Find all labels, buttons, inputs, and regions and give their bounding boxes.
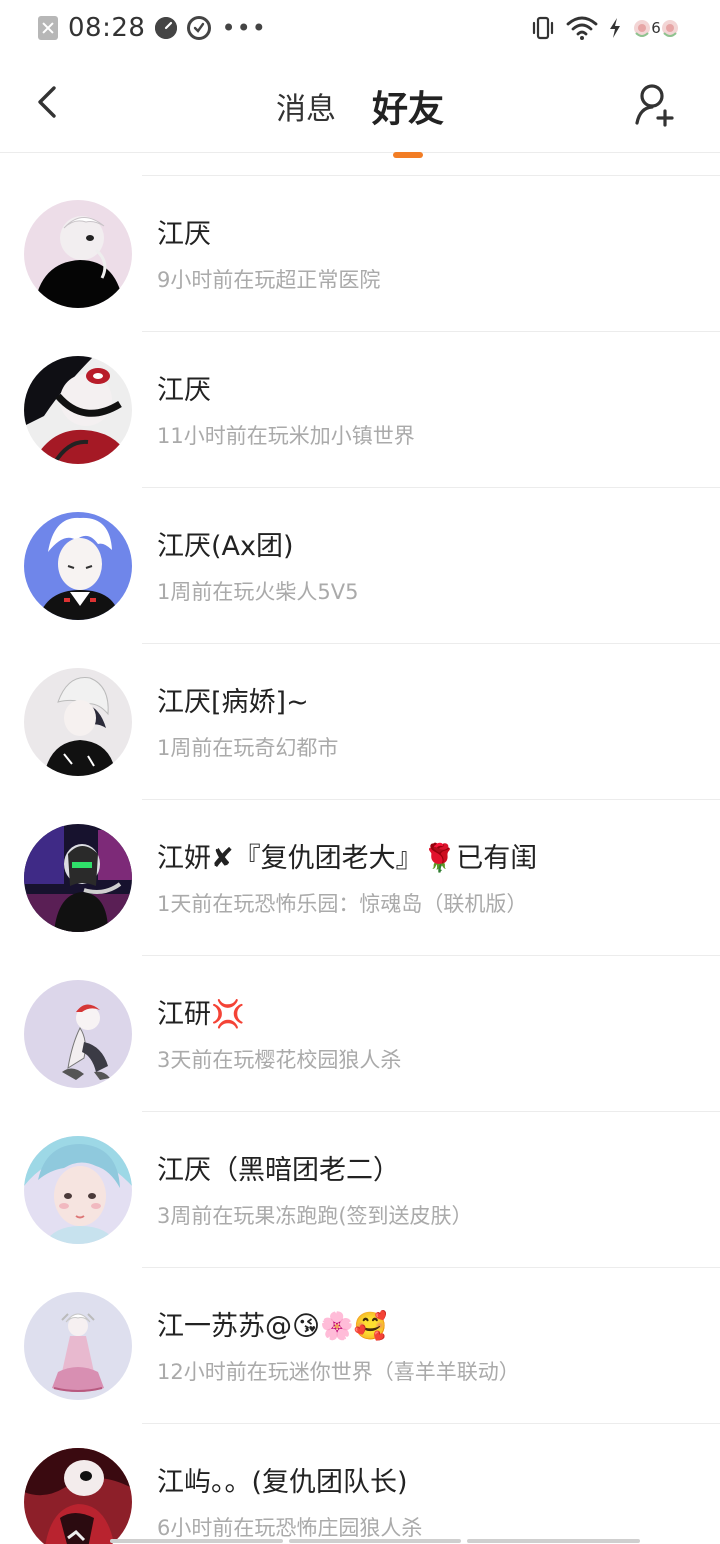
friend-name: 江厌	[157, 219, 211, 250]
tab-messages[interactable]: 消息	[276, 80, 336, 128]
friend-status: 1周前在玩奇幻都市	[157, 736, 339, 760]
friend-name: 江屿。。(复仇团队长)	[157, 1467, 408, 1498]
friend-name: 江研💢	[157, 999, 245, 1030]
sync-icon	[187, 16, 212, 40]
friend-status: 1周前在玩火柴人5V5	[157, 580, 359, 604]
friend-status: 9小时前在玩超正常医院	[157, 268, 381, 292]
avatar[interactable]	[24, 200, 132, 308]
avatar[interactable]	[24, 668, 132, 776]
friend-status: 12小时前在玩迷你世界（喜羊羊联动）	[157, 1360, 520, 1384]
add-person-icon	[635, 84, 674, 127]
friend-name: 江厌（黑暗团老二）	[157, 1155, 400, 1186]
wifi-icon	[566, 16, 598, 40]
tab-bar: 消息 好友	[0, 56, 720, 158]
scroll-indicator	[110, 1539, 641, 1543]
friend-row[interactable]: 江厌 9小时前在玩超正常医院	[0, 176, 720, 332]
friend-status: 3天前在玩樱花校园狼人杀	[157, 1048, 402, 1072]
friend-name: 江妍✘『复仇团老大』🌹已有闺	[157, 843, 538, 874]
avatar[interactable]	[24, 512, 132, 620]
friend-name: 江一苏苏@😘🌸🥰	[157, 1311, 388, 1342]
friend-row[interactable]: 江一苏苏@😘🌸🥰 12小时前在玩迷你世界（喜羊羊联动）	[0, 1268, 720, 1424]
charging-icon	[610, 18, 620, 38]
friend-row[interactable]: 江妍✘『复仇团老大』🌹已有闺 1天前在玩恐怖乐园：惊魂岛（联机版）	[0, 800, 720, 956]
battery-icon: 6	[632, 17, 680, 39]
battery-level: 6	[651, 19, 661, 37]
friend-name: 江厌[病娇]~	[157, 687, 309, 718]
avatar[interactable]	[24, 356, 132, 464]
friend-row[interactable]: 江厌[病娇]~ 1周前在玩奇幻都市	[0, 644, 720, 800]
avatar[interactable]	[24, 1136, 132, 1244]
status-time: 08:28	[68, 13, 146, 43]
status-bar: 08:28 ••• 6	[0, 0, 720, 56]
notification-close-icon	[38, 16, 58, 40]
scroll-segment	[288, 1539, 462, 1543]
add-friend-button[interactable]	[632, 80, 680, 128]
status-right: 6	[530, 12, 680, 44]
scroll-segment	[467, 1539, 641, 1543]
friend-row[interactable]: 江研💢 3天前在玩樱花校园狼人杀	[0, 956, 720, 1112]
friend-row[interactable]: 江厌(Ax团) 1周前在玩火柴人5V5	[0, 488, 720, 644]
scroll-segment	[110, 1539, 283, 1543]
friend-list[interactable]: 江厌 9小时前在玩超正常医院 江厌 11小时前在玩米加小镇世界 江厌(Ax团) …	[0, 153, 720, 1544]
friend-status: 1天前在玩恐怖乐园：惊魂岛（联机版）	[157, 892, 528, 916]
tab-messages-label: 消息	[275, 92, 336, 127]
avatar[interactable]	[24, 1448, 132, 1544]
avatar[interactable]	[24, 824, 132, 932]
friend-status: 11小时前在玩米加小镇世界	[157, 424, 415, 448]
friend-row[interactable]: 江屿。。(复仇团队长) 6小时前在玩恐怖庄园狼人杀	[0, 1424, 720, 1544]
friend-name: 江厌	[157, 375, 211, 406]
more-notifications-icon: •••	[221, 14, 267, 42]
friend-row[interactable]: 江厌（黑暗团老二） 3周前在玩果冻跑跑(签到送皮肤）	[0, 1112, 720, 1268]
tab-friends[interactable]: 好友	[371, 76, 444, 158]
top-nav: 消息 好友	[0, 56, 720, 158]
tab-friends-label: 好友	[371, 89, 444, 130]
vibrate-icon	[532, 16, 554, 40]
friend-status: 3周前在玩果冻跑跑(签到送皮肤）	[157, 1204, 473, 1228]
avatar[interactable]	[24, 980, 132, 1088]
speedometer-icon	[155, 17, 178, 39]
avatar[interactable]	[24, 1292, 132, 1400]
status-left: 08:28 •••	[38, 12, 267, 44]
friend-status: 6小时前在玩恐怖庄园狼人杀	[157, 1516, 423, 1540]
friend-row[interactable]: 江厌 11小时前在玩米加小镇世界	[0, 332, 720, 488]
friend-name: 江厌(Ax团)	[157, 531, 294, 562]
